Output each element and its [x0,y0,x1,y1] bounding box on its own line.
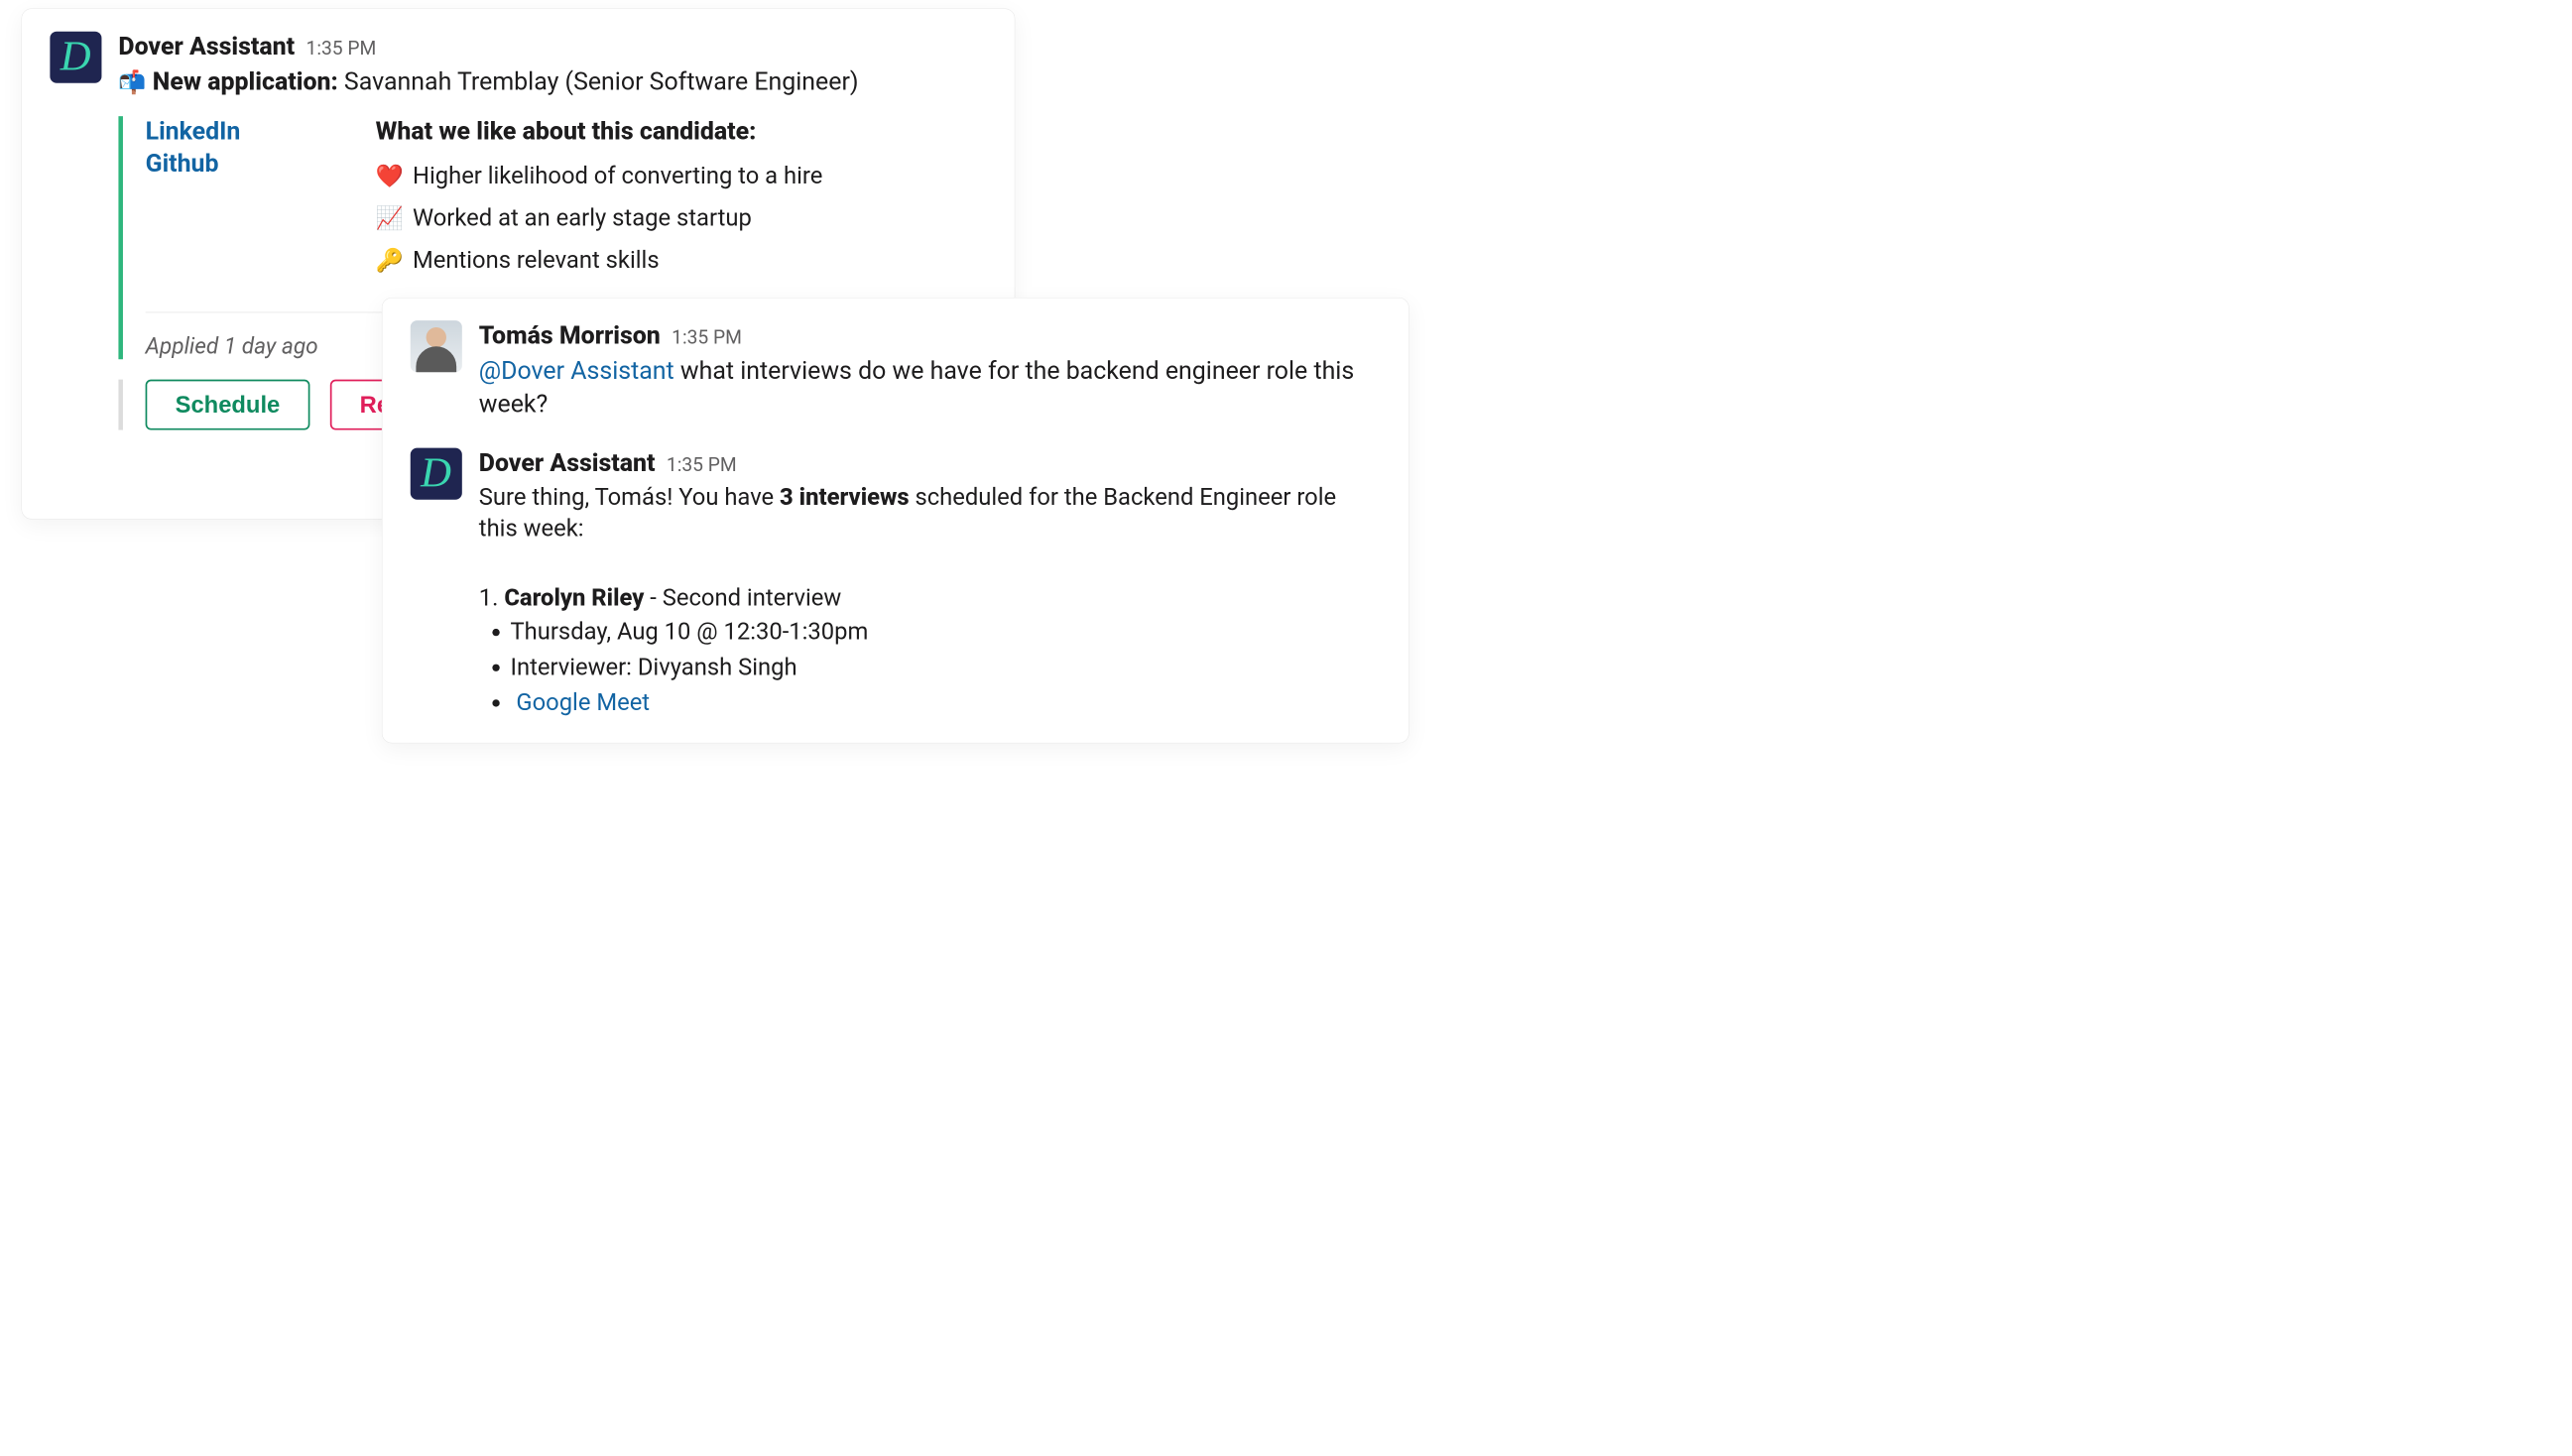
candidate-bullet: 🔑 Mentions relevant skills [376,247,823,275]
message-time: 1:35 PM [667,453,737,476]
github-link[interactable]: Github [146,149,325,178]
schedule-button[interactable]: Schedule [146,380,310,430]
mailbox-icon: 📬 [118,69,146,96]
conversation-card: Tomás Morrison 1:35 PM @Dover Assistant … [382,298,1409,743]
key-icon: 🔑 [376,247,402,274]
assistant-response: Sure thing, Tomás! You have 3 interviews… [479,482,1381,546]
mention[interactable]: @Dover Assistant [479,356,674,385]
heart-icon: ❤️ [376,163,402,189]
sender-name: Dover Assistant [118,32,295,61]
candidate-heading: What we like about this candidate: [376,116,823,145]
svg-text:D: D [420,450,451,497]
dover-avatar: D [411,448,462,500]
interview-interviewer: Interviewer: Divyansh Singh [510,650,1380,685]
headline: 📬 New application: Savannah Tremblay (Se… [118,65,986,99]
interview-time: Thursday, Aug 10 @ 12:30-1:30pm [510,614,1380,650]
interview-item: 1. Carolyn Riley - Second interview Thur… [479,584,1381,720]
message-time: 1:35 PM [672,326,742,349]
google-meet-link[interactable]: Google Meet [516,689,650,717]
candidate-bullet: 📈 Worked at an early stage startup [376,204,823,232]
sender-name: Tomás Morrison [479,320,661,349]
svg-text:D: D [60,34,91,80]
chart-icon: 📈 [376,205,402,232]
dover-avatar: D [50,32,101,83]
message-time: 1:35 PM [306,37,377,60]
linkedin-link[interactable]: LinkedIn [146,116,325,145]
sender-name: Dover Assistant [479,448,656,477]
interview-link: Google Meet [510,685,1380,721]
candidate-bullet: ❤️ Higher likelihood of converting to a … [376,163,823,190]
user-avatar [411,320,462,372]
user-message: @Dover Assistant what interviews do we h… [479,354,1381,421]
